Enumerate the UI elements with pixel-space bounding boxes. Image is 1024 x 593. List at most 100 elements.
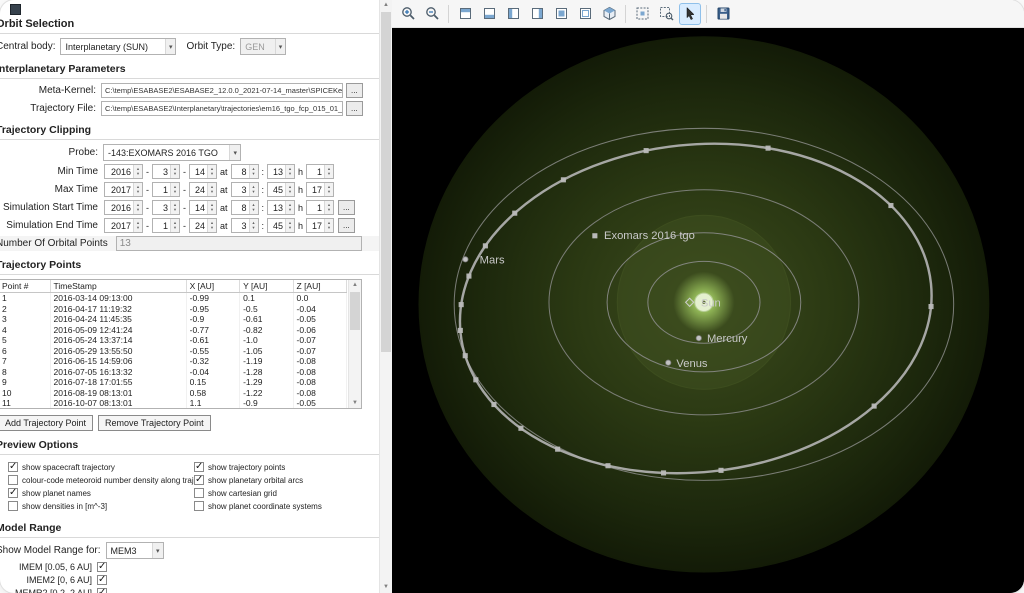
orbit-type-select[interactable]: GEN ▾ — [240, 38, 287, 55]
meta-kernel-field[interactable]: C:\temp\ESABASE2\ESABASE2_12.0.0_2021-07… — [101, 83, 343, 98]
zoom-in-icon[interactable] — [397, 3, 419, 25]
model-range-item[interactable]: MEMR2 [0.2, 2 AU] — [0, 587, 380, 593]
spinner-arrows-icon[interactable]: ▴ ▾ — [324, 183, 334, 196]
fit-view-icon[interactable] — [631, 3, 653, 25]
table-row[interactable]: 3 2016-04-24 11:45:35 -0.9 -0.61 -0.05 — [0, 314, 348, 325]
save-icon[interactable] — [712, 3, 734, 25]
time-spinner[interactable]: 1 ▴ ▾ — [152, 218, 180, 233]
spinner-arrows-icon[interactable]: ▴ ▾ — [285, 183, 295, 196]
time-spinner[interactable]: 3 ▴ ▾ — [230, 218, 259, 233]
trajectory-point-marker[interactable] — [491, 401, 497, 408]
time-spinner[interactable]: 24 ▴ ▾ — [189, 182, 217, 197]
table-row[interactable]: 6 2016-05-29 13:55:50 -0.55 -1.05 -0.07 — [0, 345, 348, 356]
panel-scrollbar[interactable]: ▲ ▼ — [379, 0, 392, 593]
spinner-arrows-icon[interactable]: ▴ ▾ — [170, 201, 179, 214]
scrollbar-thumb[interactable] — [350, 292, 360, 330]
spinner-arrows-icon[interactable]: ▴ ▾ — [285, 201, 295, 214]
time-spinner[interactable]: 1 ▴ ▾ — [306, 200, 335, 215]
checkbox[interactable] — [194, 461, 204, 472]
meta-kernel-browse-button[interactable]: ... — [346, 83, 363, 98]
spinner-arrows-icon[interactable]: ▴ ▾ — [248, 201, 258, 214]
spinner-arrows-icon[interactable]: ▴ ▾ — [248, 183, 258, 196]
time-spinner[interactable]: 17 ▴ ▾ — [306, 182, 335, 197]
table-row[interactable]: 2 2016-04-17 11:19:32 -0.95 -0.5 -0.04 — [0, 303, 348, 314]
spinner-arrows-icon[interactable]: ▴ ▾ — [133, 183, 142, 196]
probe-select[interactable]: -143:EXOMARS 2016 TGO ▾ — [103, 144, 241, 161]
spinner-arrows-icon[interactable]: ▴ ▾ — [207, 219, 216, 232]
spinner-arrows-icon[interactable]: ▴ ▾ — [170, 183, 179, 196]
time-spinner[interactable]: 8 ▴ ▾ — [230, 164, 259, 179]
view-top-icon[interactable] — [454, 3, 476, 25]
preview-option[interactable]: show cartesian grid — [194, 488, 380, 498]
add-trajectory-point-button[interactable]: Add Trajectory Point — [0, 415, 94, 431]
table-row[interactable]: 5 2016-05-24 13:37:14 -0.61 -1.0 -0.07 — [0, 335, 348, 346]
checkbox[interactable] — [8, 501, 18, 511]
trajectory-point-marker[interactable] — [888, 202, 894, 209]
scroll-up-icon[interactable]: ▲ — [349, 280, 361, 290]
time-spinner[interactable]: 24 ▴ ▾ — [189, 218, 217, 233]
spinner-arrows-icon[interactable]: ▴ ▾ — [133, 201, 142, 214]
trajectory-point-marker[interactable] — [457, 327, 463, 333]
preview-option[interactable]: show planet coordinate systems — [194, 501, 380, 511]
table-scrollbar[interactable]: ▲ ▼ — [348, 280, 361, 408]
spinner-arrows-icon[interactable]: ▴ ▾ — [207, 201, 216, 214]
orbit-visualization[interactable]: Mars Exomars 2016 tgo Sun Mercury Venus — [392, 28, 1024, 593]
trajectory-point-marker[interactable] — [871, 403, 877, 409]
time-spinner[interactable]: 14 ▴ ▾ — [189, 200, 217, 215]
trajectory-point-marker[interactable] — [643, 148, 649, 154]
spinner-arrows-icon[interactable]: ▴ ▾ — [324, 201, 334, 214]
time-spinner[interactable]: 45 ▴ ▾ — [267, 182, 296, 197]
time-spinner[interactable]: 13 ▴ ▾ — [267, 164, 296, 179]
preview-option[interactable]: show planetary orbital arcs — [194, 474, 380, 485]
checkbox[interactable] — [194, 501, 204, 511]
preview-option[interactable]: colour-code meteoroid number density alo… — [8, 475, 194, 485]
table-row[interactable]: 4 2016-05-09 12:41:24 -0.77 -0.82 -0.06 — [0, 324, 348, 335]
trajectory-point-marker[interactable] — [718, 467, 724, 473]
mars-marker[interactable] — [462, 256, 469, 263]
spinner-arrows-icon[interactable]: ▴ ▾ — [170, 219, 179, 232]
table-row[interactable]: 7 2016-06-15 14:59:06 -0.32 -1.19 -0.08 — [0, 356, 348, 367]
time-spinner[interactable]: 2017 ▴ ▾ — [104, 218, 143, 233]
trajectory-point-marker[interactable] — [560, 177, 566, 183]
trajectory-point-marker[interactable] — [473, 377, 479, 383]
checkbox[interactable] — [8, 475, 18, 485]
checkbox[interactable] — [8, 461, 18, 472]
spinner-arrows-icon[interactable]: ▴ ▾ — [248, 219, 258, 232]
trajectory-point-marker[interactable] — [482, 243, 488, 249]
view-bottom-icon[interactable] — [478, 3, 500, 25]
spacecraft-marker[interactable] — [592, 233, 598, 239]
column-header[interactable]: X [AU] — [186, 280, 241, 293]
time-spinner[interactable]: 3 ▴ ▾ — [152, 164, 180, 179]
time-spinner[interactable]: 3 ▴ ▾ — [152, 200, 180, 215]
model-range-select[interactable]: MEM3 ▾ — [105, 542, 164, 559]
time-spinner[interactable]: 1 ▴ ▾ — [306, 164, 335, 179]
time-spinner[interactable]: 13 ▴ ▾ — [267, 200, 296, 215]
time-browse-button[interactable]: ... — [338, 200, 355, 215]
view-left-icon[interactable] — [502, 3, 524, 25]
table-row[interactable]: 1 2016-03-14 09:13:00 -0.99 0.1 0.0 — [0, 292, 348, 304]
trajectory-point-marker[interactable] — [605, 463, 611, 469]
spinner-arrows-icon[interactable]: ▴ ▾ — [285, 219, 295, 232]
table-row[interactable]: 9 2016-07-18 17:01:55 0.15 -1.29 -0.08 — [0, 377, 348, 388]
central-body-select[interactable]: Interplanetary (SUN) ▾ — [60, 38, 177, 55]
trajectory-file-field[interactable]: C:\temp\ESABASE2\Interplanetary\trajecto… — [101, 101, 343, 116]
checkbox[interactable] — [194, 488, 204, 498]
trajectory-point-marker[interactable] — [765, 145, 771, 151]
scroll-down-icon[interactable]: ▼ — [380, 582, 392, 593]
checkbox[interactable] — [194, 474, 204, 485]
view-front-icon[interactable] — [550, 3, 572, 25]
trajectory-file-browse-button[interactable]: ... — [346, 101, 363, 116]
time-spinner[interactable]: 8 ▴ ▾ — [230, 200, 259, 215]
time-spinner[interactable]: 2016 ▴ ▾ — [104, 200, 143, 215]
spinner-arrows-icon[interactable]: ▴ ▾ — [133, 219, 142, 232]
spinner-arrows-icon[interactable]: ▴ ▾ — [248, 165, 258, 178]
orbit-canvas[interactable]: Mars Exomars 2016 tgo Sun Mercury Venus — [392, 28, 1024, 593]
time-browse-button[interactable]: ... — [338, 218, 355, 233]
zoom-region-icon[interactable] — [655, 3, 677, 25]
trajectory-point-marker[interactable] — [466, 273, 472, 279]
scroll-up-icon[interactable]: ▲ — [380, 0, 392, 11]
time-spinner[interactable]: 2017 ▴ ▾ — [104, 182, 143, 197]
checkbox[interactable] — [97, 574, 107, 585]
spinner-arrows-icon[interactable]: ▴ ▾ — [170, 165, 179, 178]
table-row[interactable]: 10 2016-08-19 08:13:01 0.58 -1.22 -0.08 — [0, 387, 348, 398]
